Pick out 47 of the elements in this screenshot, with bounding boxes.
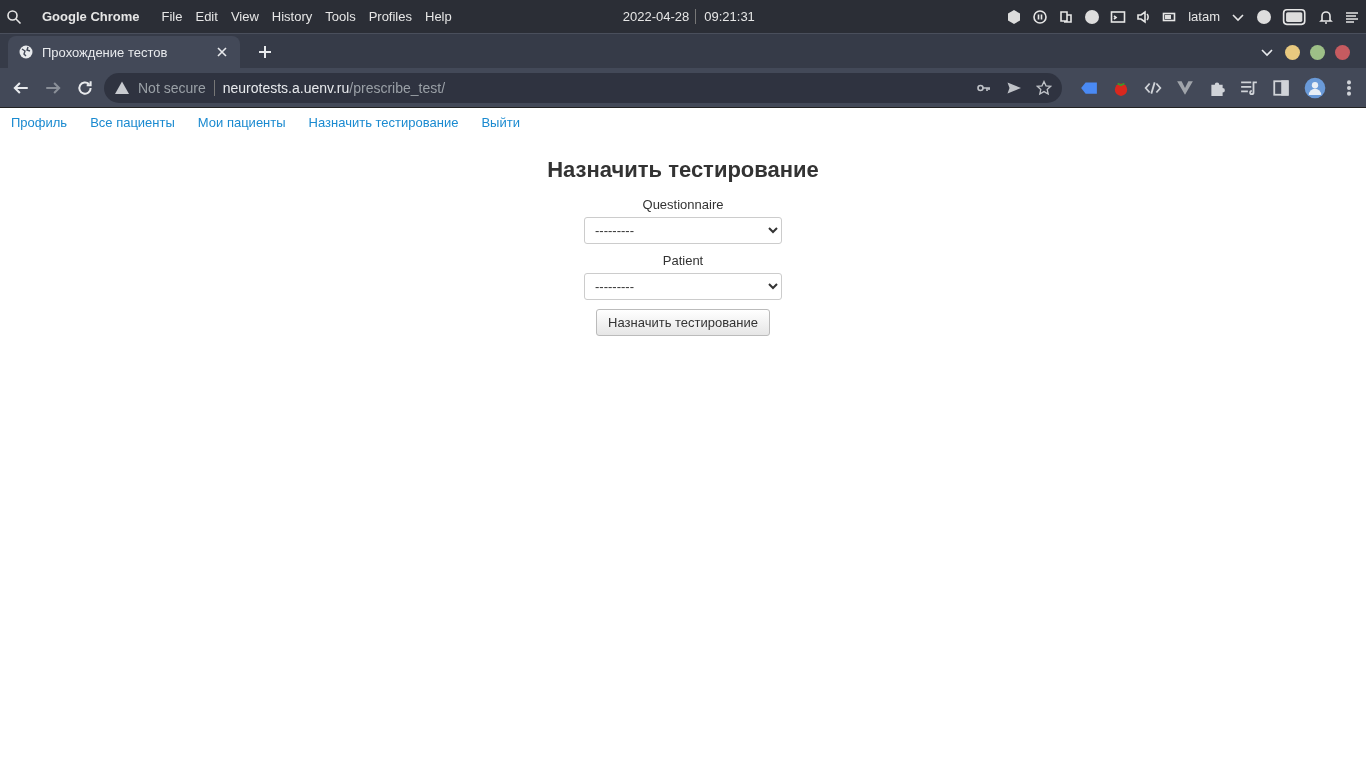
field-label: Questionnaire: [642, 197, 724, 212]
pause-icon: [1032, 8, 1049, 25]
search-icon[interactable]: [6, 8, 22, 25]
menu-item[interactable]: File: [161, 9, 183, 24]
menu-item[interactable]: View: [230, 9, 259, 24]
browser-tab[interactable]: Прохождение тестов: [8, 36, 240, 68]
field-label: Patient: [662, 253, 704, 268]
circle-icon: [1084, 8, 1101, 25]
nav-link[interactable]: Назначить тестирование: [308, 115, 459, 130]
menu-item[interactable]: History: [271, 9, 313, 24]
menu-item[interactable]: Tools: [325, 9, 356, 24]
clipboard-icon: [1058, 8, 1075, 25]
nav-link[interactable]: Все пациенты: [90, 115, 175, 130]
terminal-icon: [1110, 8, 1127, 25]
close-window-button[interactable]: [1335, 44, 1350, 60]
plus-icon[interactable]: [257, 44, 273, 60]
hexagon-icon: [1006, 8, 1023, 25]
menu-item[interactable]: Help: [425, 9, 452, 24]
tab-title: Прохождение тестов: [42, 44, 169, 60]
app-name: Google Chrome: [42, 9, 140, 24]
menu-item[interactable]: Edit: [195, 9, 218, 24]
menu-item[interactable]: Profiles: [368, 9, 412, 24]
dropdown[interactable]: ---------: [584, 273, 782, 300]
warning-icon: [114, 79, 130, 96]
security-label: Not secure: [138, 79, 215, 96]
nav-link[interactable]: Мои пациенты: [197, 115, 286, 130]
nav-link[interactable]: Профиль: [11, 115, 68, 130]
url-text: neurotests.a.uenv.ru/prescribe_test/: [222, 79, 446, 96]
keyboard-layout[interactable]: latam: [1188, 9, 1220, 24]
avatar-icon[interactable]: [1304, 76, 1326, 99]
minimize-button[interactable]: [1285, 44, 1300, 60]
date-text: 2022-04-28: [622, 9, 697, 24]
reload-icon[interactable]: [76, 78, 94, 97]
address-bar[interactable]: Not secure neurotests.a.uenv.ru/prescribe_test/: [104, 72, 1062, 103]
chevron-logo-icon[interactable]: [1176, 78, 1194, 97]
page-heading: Назначить тестирование: [547, 157, 819, 183]
time-text: 09:21:31: [704, 9, 755, 24]
playlist-icon[interactable]: [1240, 78, 1258, 97]
bell-icon[interactable]: [1318, 8, 1334, 25]
maximize-button[interactable]: [1310, 44, 1325, 60]
star-icon[interactable]: [1036, 79, 1052, 96]
globe-icon: [18, 44, 34, 60]
submit-button[interactable]: Назначить тестирование: [596, 309, 770, 336]
side-panel-icon[interactable]: [1272, 78, 1290, 97]
nav-link[interactable]: Выйти: [481, 115, 520, 130]
circle-icon: [1256, 8, 1272, 25]
dropdown[interactable]: ---------: [584, 217, 782, 244]
